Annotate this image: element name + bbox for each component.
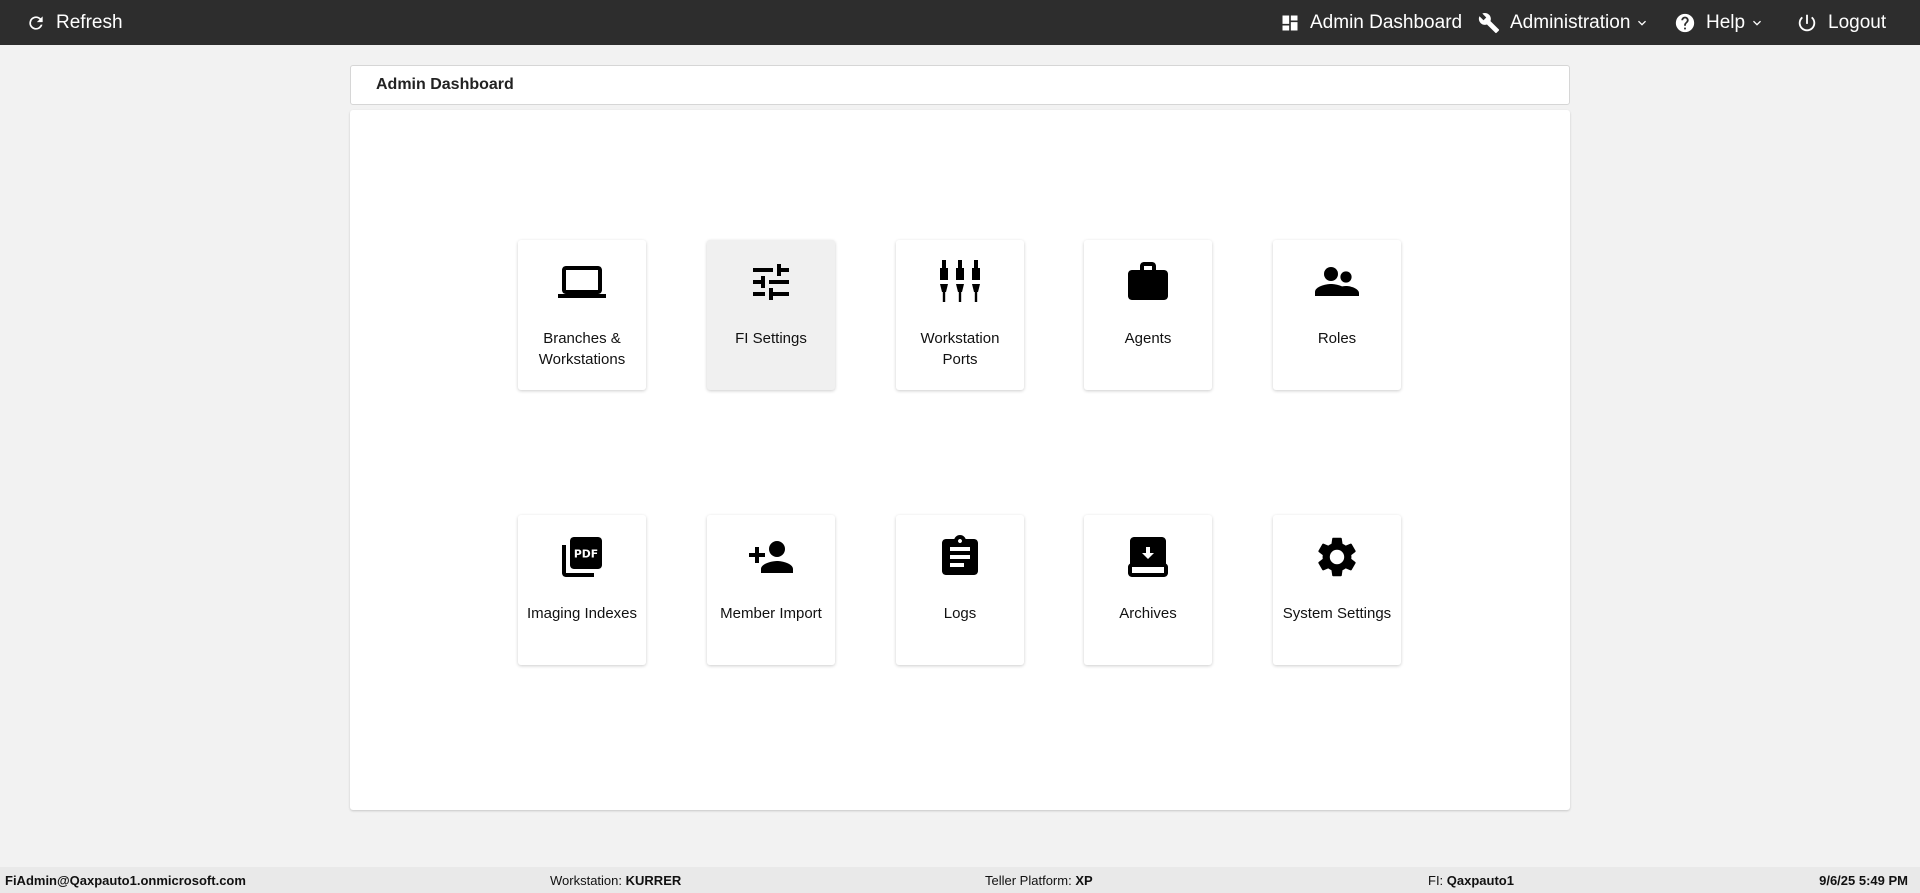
tile-fi-settings[interactable]: FI Settings <box>707 240 835 390</box>
logout-label: Logout <box>1828 11 1887 33</box>
tile-label: Agents <box>1124 330 1172 347</box>
page-header: Admin Dashboard <box>350 65 1570 105</box>
workstation-label: Workstation: <box>550 872 623 888</box>
people-icon <box>1313 258 1361 306</box>
logout-button[interactable]: Logout <box>1796 0 1886 45</box>
sliders-icon <box>747 258 795 306</box>
admin-dashboard-nav[interactable]: Admin Dashboard <box>1280 0 1462 45</box>
person-add-icon <box>747 533 795 581</box>
tile-label: Logs <box>943 605 977 622</box>
top-navigation-bar: Refresh Admin Dashboard Administration H… <box>0 0 1920 45</box>
fi-label: FI: <box>1428 872 1444 888</box>
tile-label: Workstation Ports <box>920 330 1000 368</box>
gear-icon <box>1313 533 1361 581</box>
dashboard-panel: Branches & Workstations FI Settings Work… <box>350 110 1570 810</box>
power-icon <box>1798 14 1816 31</box>
user-email: FiAdmin@Qaxpauto1.onmicrosoft.com <box>5 872 246 888</box>
tile-system-settings[interactable]: System Settings <box>1273 515 1401 665</box>
refresh-icon <box>29 15 43 30</box>
chevron-down-icon <box>1753 20 1762 26</box>
status-bar: FiAdmin@Qaxpauto1.onmicrosoft.com Workst… <box>0 867 1920 893</box>
archive-icon <box>1124 533 1172 581</box>
fi-value: Qaxpauto1 <box>1446 872 1514 888</box>
platform-label: Teller Platform: <box>985 872 1072 888</box>
refresh-button[interactable]: Refresh <box>26 0 123 45</box>
tile-label: Branches & Workstations <box>538 330 626 368</box>
pdf-icon: PDF <box>558 533 606 581</box>
dashboard-icon <box>1282 15 1298 30</box>
ports-icon <box>936 258 984 306</box>
chevron-down-icon <box>1638 20 1647 26</box>
tile-label: Imaging Indexes <box>526 605 638 622</box>
platform-value: XP <box>1075 872 1093 888</box>
status-user: FiAdmin@Qaxpauto1.onmicrosoft.com <box>5 867 246 893</box>
tile-archives[interactable]: Archives <box>1084 515 1212 665</box>
tile-label: Roles <box>1317 330 1357 347</box>
tile-logs[interactable]: Logs <box>896 515 1024 665</box>
workstation-value: KURRER <box>625 872 682 888</box>
tile-label: FI Settings <box>735 330 807 347</box>
help-label: Help <box>1706 11 1746 33</box>
tile-label: Archives <box>1119 605 1177 622</box>
refresh-label: Refresh <box>56 11 123 33</box>
status-workstation: Workstation: KURRER <box>550 867 681 893</box>
administration-menu[interactable]: Administration <box>1478 0 1650 45</box>
help-icon <box>1675 13 1695 32</box>
tile-imaging-indexes[interactable]: PDF Imaging Indexes <box>518 515 646 665</box>
page-title: Admin Dashboard <box>376 76 514 93</box>
admin-dashboard-nav-label: Admin Dashboard <box>1310 11 1463 33</box>
svg-text:PDF: PDF <box>574 547 598 560</box>
status-teller-platform: Teller Platform: XP <box>985 867 1093 893</box>
datetime-value: 9/6/25 5:49 PM <box>1819 872 1908 888</box>
tile-workstation-ports[interactable]: Workstation Ports <box>896 240 1024 390</box>
wrench-icon <box>1478 12 1500 33</box>
status-datetime: 9/6/25 5:49 PM <box>1819 867 1908 893</box>
tile-branches-workstations[interactable]: Branches & Workstations <box>518 240 646 390</box>
status-fi: FI: Qaxpauto1 <box>1428 867 1514 893</box>
tile-label: System Settings <box>1282 605 1392 622</box>
tile-roles[interactable]: Roles <box>1273 240 1401 390</box>
briefcase-icon <box>1124 258 1172 306</box>
tile-agents[interactable]: Agents <box>1084 240 1212 390</box>
laptop-icon <box>558 258 606 306</box>
help-menu[interactable]: Help <box>1674 0 1765 45</box>
clipboard-icon <box>936 533 984 581</box>
tile-label: Member Import <box>720 605 822 622</box>
administration-label: Administration <box>1510 11 1631 33</box>
tile-member-import[interactable]: Member Import <box>707 515 835 665</box>
